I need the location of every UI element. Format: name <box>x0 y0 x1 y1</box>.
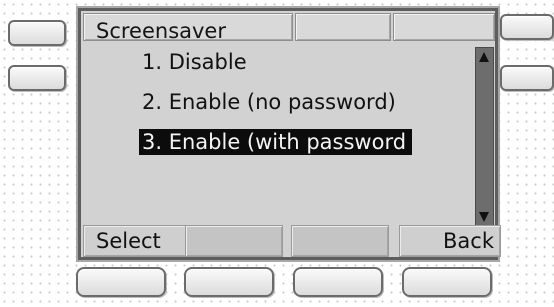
lcd-screen: Screensaver 1. Disable 2. Enable (no pas… <box>78 8 501 260</box>
text-cursor <box>407 131 410 155</box>
softkey-button-2[interactable] <box>184 267 274 297</box>
menu-item-enable-with-password[interactable]: 3. Enable (with password <box>139 129 413 155</box>
left-side-key-2[interactable] <box>8 65 66 91</box>
softkey-select-label[interactable]: Select <box>83 225 191 257</box>
scroll-down-arrow-icon[interactable] <box>479 212 489 222</box>
scroll-up-arrow-icon[interactable] <box>479 52 489 62</box>
title-bar-segment-2 <box>295 13 391 41</box>
title-bar-segment-3 <box>393 13 495 41</box>
right-side-key-1[interactable] <box>500 14 554 40</box>
screen-title: Screensaver <box>96 19 226 43</box>
softkey-button-1[interactable] <box>76 267 166 297</box>
scrollbar[interactable] <box>475 47 494 227</box>
menu-item-label: 3. Enable (with password <box>142 130 407 154</box>
menu-item-disable[interactable]: 1. Disable <box>139 49 250 75</box>
softkey-back-text: Back <box>443 229 494 253</box>
softkey-button-3[interactable] <box>293 267 383 297</box>
softkey-back-label[interactable]: Back <box>399 225 501 257</box>
softkey-select-text: Select <box>96 229 161 253</box>
right-side-key-2[interactable] <box>500 65 554 91</box>
left-side-key-1[interactable] <box>8 20 66 46</box>
softkey-empty-2[interactable] <box>185 225 283 257</box>
title-bar: Screensaver <box>83 13 293 43</box>
menu-item-enable-no-password[interactable]: 2. Enable (no password) <box>139 89 399 115</box>
softkey-empty-3[interactable] <box>291 225 389 257</box>
softkey-button-4[interactable] <box>402 267 492 297</box>
